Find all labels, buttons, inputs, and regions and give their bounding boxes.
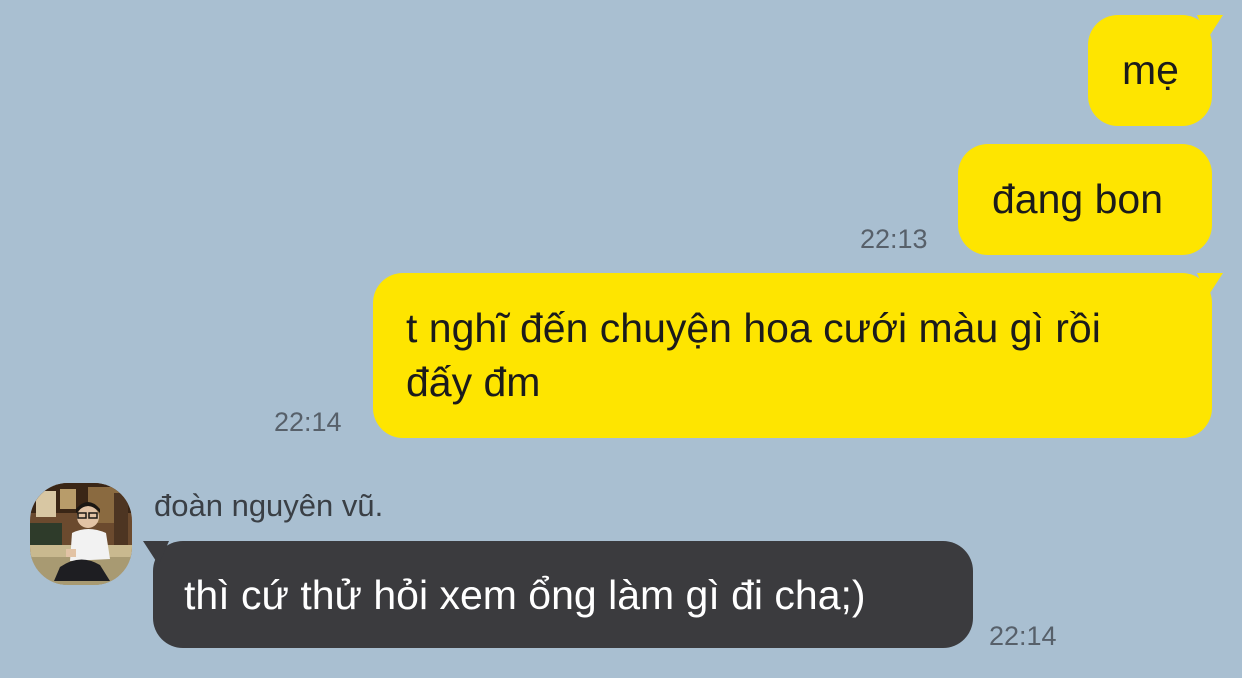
outgoing-message-bubble[interactable]: đang bon (958, 144, 1212, 255)
bubble-tail (1197, 15, 1223, 39)
avatar[interactable] (30, 483, 132, 585)
message-text: đang bon (992, 176, 1164, 222)
bubble-tail (1197, 273, 1223, 297)
message-text: thì cứ thử hỏi xem ổng làm gì đi cha;) (184, 572, 866, 618)
message-timestamp: 22:14 (989, 621, 1057, 651)
message-timestamp: 22:13 (860, 224, 928, 254)
message-text-line: đấy đm (406, 359, 541, 405)
bubble-tail (143, 541, 169, 565)
message-text-line: t nghĩ đến chuyện hoa cưới màu gì rồi (406, 305, 1101, 351)
outgoing-message-bubble[interactable]: mẹ (1088, 15, 1223, 126)
message-text: mẹ (1122, 47, 1179, 93)
incoming-message-bubble[interactable]: thì cứ thử hỏi xem ổng làm gì đi cha;) (143, 541, 973, 648)
outgoing-message-bubble[interactable]: t nghĩ đến chuyện hoa cưới màu gì rồi đấ… (373, 273, 1223, 438)
avatar-photo-icon (30, 483, 132, 585)
message-timestamp: 22:14 (274, 407, 342, 437)
sender-name: đoàn nguyên vũ. (154, 488, 384, 523)
